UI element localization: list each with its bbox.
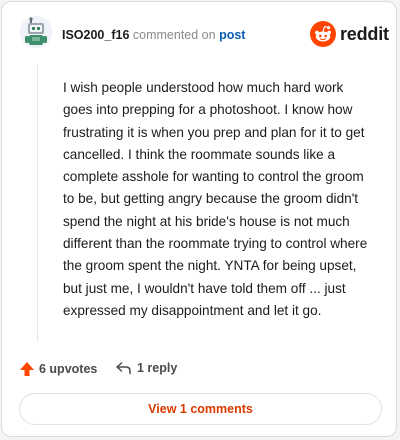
thread-line <box>37 64 38 342</box>
reddit-wordmark: reddit <box>340 23 389 44</box>
upvote-button[interactable]: 6 upvotes <box>19 361 97 377</box>
reddit-logo-icon <box>310 21 336 47</box>
comment-card: ISO200_f16 commented on post reddit I wi… <box>1 1 397 437</box>
comment-header: ISO200_f16 commented on post reddit <box>2 2 398 62</box>
reply-count: 1 reply <box>137 361 178 375</box>
comment-body: I wish people understood how much hard w… <box>63 80 368 318</box>
avatar[interactable] <box>20 16 52 48</box>
commented-on-text: commented on <box>132 28 216 42</box>
view-comments-label: View 1 comments <box>148 402 253 416</box>
robot-avatar-icon <box>20 16 52 48</box>
commenter-line: ISO200_f16 commented on post <box>62 27 245 43</box>
reply-arrow-icon <box>116 362 131 375</box>
reddit-logo[interactable]: reddit <box>310 19 389 49</box>
upvote-arrow-icon <box>20 362 34 376</box>
post-link[interactable]: post <box>219 28 245 42</box>
upvote-count: 6 upvotes <box>39 362 98 376</box>
reply-button[interactable]: 1 reply <box>115 361 177 375</box>
view-comments-button[interactable]: View 1 comments <box>19 393 382 425</box>
comment-actions: 6 upvotes 1 reply <box>2 358 398 380</box>
username[interactable]: ISO200_f16 <box>62 28 129 42</box>
